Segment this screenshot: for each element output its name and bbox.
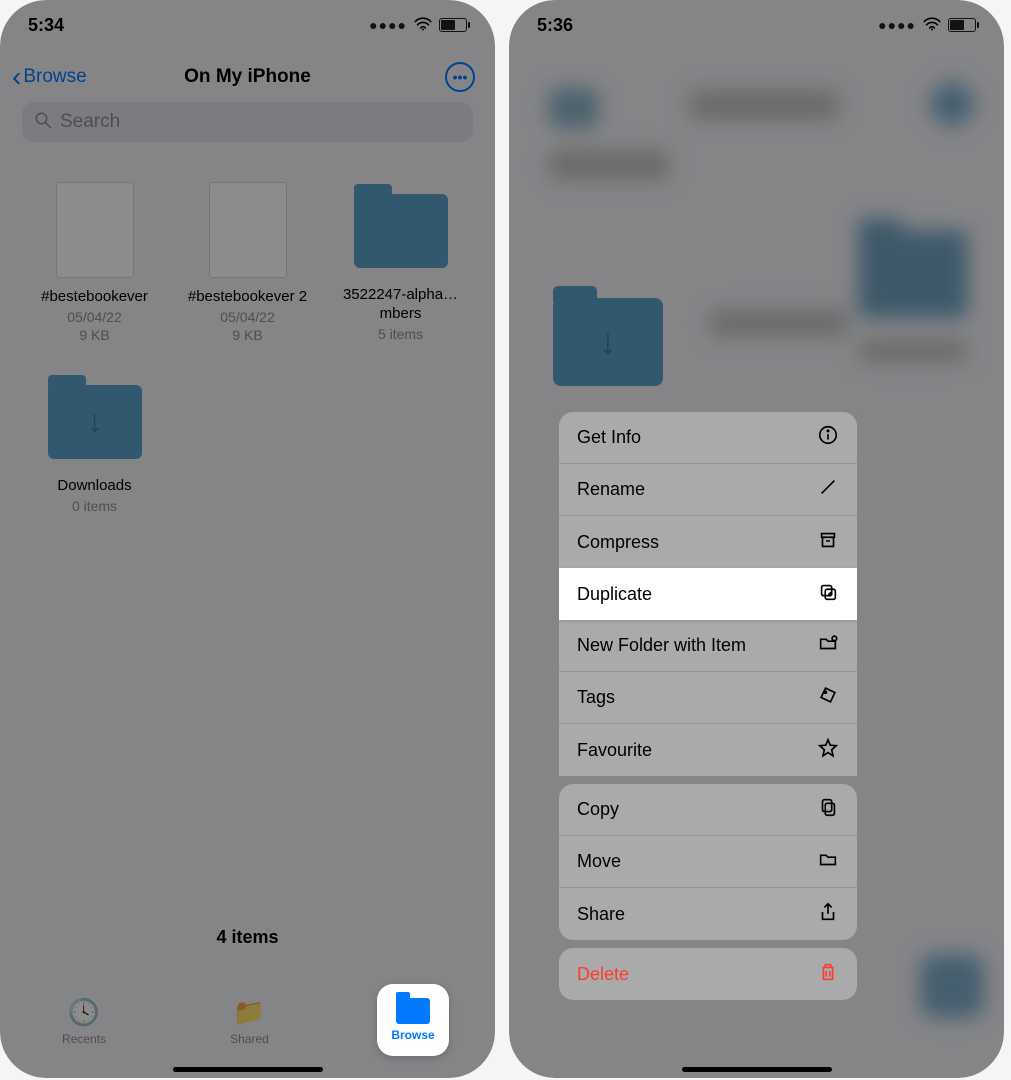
battery-icon [948, 18, 976, 32]
battery-icon [439, 18, 467, 32]
menu-label: Favourite [577, 740, 652, 761]
menu-label: Copy [577, 799, 619, 820]
item-count: 4 items [0, 927, 495, 948]
tab-shared[interactable]: 📁 Shared [230, 997, 269, 1046]
tag-icon [817, 684, 839, 711]
copy-icon [817, 796, 839, 823]
back-label: Browse [23, 66, 86, 88]
wifi-icon [413, 15, 433, 36]
menu-label: Get Info [577, 427, 641, 448]
status-icons: ●●●● [878, 15, 976, 36]
nav-header: ‹ Browse On My iPhone ••• [0, 50, 495, 102]
menu-label: Delete [577, 964, 629, 985]
more-button[interactable]: ••• [445, 62, 475, 92]
file-size: 9 KB [232, 327, 262, 343]
browse-tab-highlight[interactable]: Browse [377, 984, 449, 1056]
shared-folder-icon: 📁 [233, 997, 265, 1028]
menu-share[interactable]: Share [559, 888, 857, 940]
status-icons: ●●●● [369, 15, 467, 36]
duplicate-icon [817, 581, 839, 608]
search-placeholder: Search [60, 111, 120, 133]
file-name: Downloads [57, 477, 131, 496]
file-item[interactable]: #bestebookever 05/04/22 9 KB [20, 182, 169, 343]
wifi-icon [922, 15, 942, 36]
status-time: 5:34 [28, 15, 64, 36]
ellipsis-icon: ••• [453, 69, 468, 85]
back-button[interactable]: ‹ Browse [12, 63, 87, 91]
clock-icon: 🕓 [68, 997, 100, 1028]
file-meta: 5 items [378, 326, 423, 342]
trash-icon [817, 961, 839, 988]
selected-folder-icon[interactable] [553, 298, 663, 386]
folder-icon [396, 998, 430, 1024]
chevron-left-icon: ‹ [12, 63, 21, 91]
file-name: #bestebookever [41, 288, 148, 307]
signal-icon: ●●●● [878, 17, 916, 33]
status-time: 5:36 [537, 15, 573, 36]
context-menu: Get Info Rename Compress Duplicate New F… [559, 412, 857, 1000]
tab-label: Recents [62, 1032, 106, 1046]
file-name: #bestebookever 2 [188, 288, 307, 307]
folder-icon [354, 194, 448, 268]
menu-label: Share [577, 904, 625, 925]
signal-icon: ●●●● [369, 17, 407, 33]
status-bar: 5:34 ●●●● [0, 0, 495, 50]
tab-label: Shared [230, 1032, 269, 1046]
menu-new-folder[interactable]: New Folder with Item [559, 620, 857, 672]
menu-tags[interactable]: Tags [559, 672, 857, 724]
menu-get-info[interactable]: Get Info [559, 412, 857, 464]
menu-label: Compress [577, 532, 659, 553]
right-screenshot: 5:36 ●●●● Get Info Rename Compress [509, 0, 1004, 1078]
menu-copy[interactable]: Copy [559, 784, 857, 836]
search-input[interactable]: Search [22, 102, 473, 142]
file-item[interactable]: 3522247-alpha…mbers 5 items [326, 182, 475, 343]
menu-label: Tags [577, 687, 615, 708]
file-size: 9 KB [79, 327, 109, 343]
menu-label: Duplicate [577, 584, 652, 605]
info-icon [817, 424, 839, 451]
menu-label: Move [577, 851, 621, 872]
file-meta: 0 items [72, 498, 117, 514]
share-icon [817, 901, 839, 928]
menu-duplicate[interactable]: Duplicate [559, 568, 857, 620]
new-folder-icon [817, 632, 839, 659]
menu-label: Rename [577, 479, 645, 500]
home-indicator [682, 1067, 832, 1072]
browse-label: Browse [391, 1028, 434, 1042]
star-icon [817, 737, 839, 764]
menu-favourite[interactable]: Favourite [559, 724, 857, 776]
tab-recents[interactable]: 🕓 Recents [62, 997, 106, 1046]
status-bar: 5:36 ●●●● [509, 0, 1004, 50]
document-icon [56, 182, 134, 278]
left-screenshot: 5:34 ●●●● ‹ Browse On My iPhone ••• Sear… [0, 0, 495, 1078]
folder-icon [817, 848, 839, 875]
archive-icon [817, 529, 839, 556]
file-name: 3522247-alpha…mbers [331, 286, 471, 324]
download-folder-icon [48, 385, 142, 459]
document-icon [209, 182, 287, 278]
pencil-icon [817, 476, 839, 503]
file-date: 05/04/22 [220, 309, 275, 325]
file-date: 05/04/22 [67, 309, 122, 325]
file-item[interactable]: #bestebookever 2 05/04/22 9 KB [173, 182, 322, 343]
search-icon [34, 111, 52, 134]
menu-label: New Folder with Item [577, 635, 746, 656]
menu-move[interactable]: Move [559, 836, 857, 888]
home-indicator [173, 1067, 323, 1072]
file-grid: #bestebookever 05/04/22 9 KB #bestebooke… [0, 152, 495, 514]
file-item[interactable]: Downloads 0 items [20, 373, 169, 514]
menu-rename[interactable]: Rename [559, 464, 857, 516]
menu-delete[interactable]: Delete [559, 948, 857, 1000]
menu-compress[interactable]: Compress [559, 516, 857, 568]
